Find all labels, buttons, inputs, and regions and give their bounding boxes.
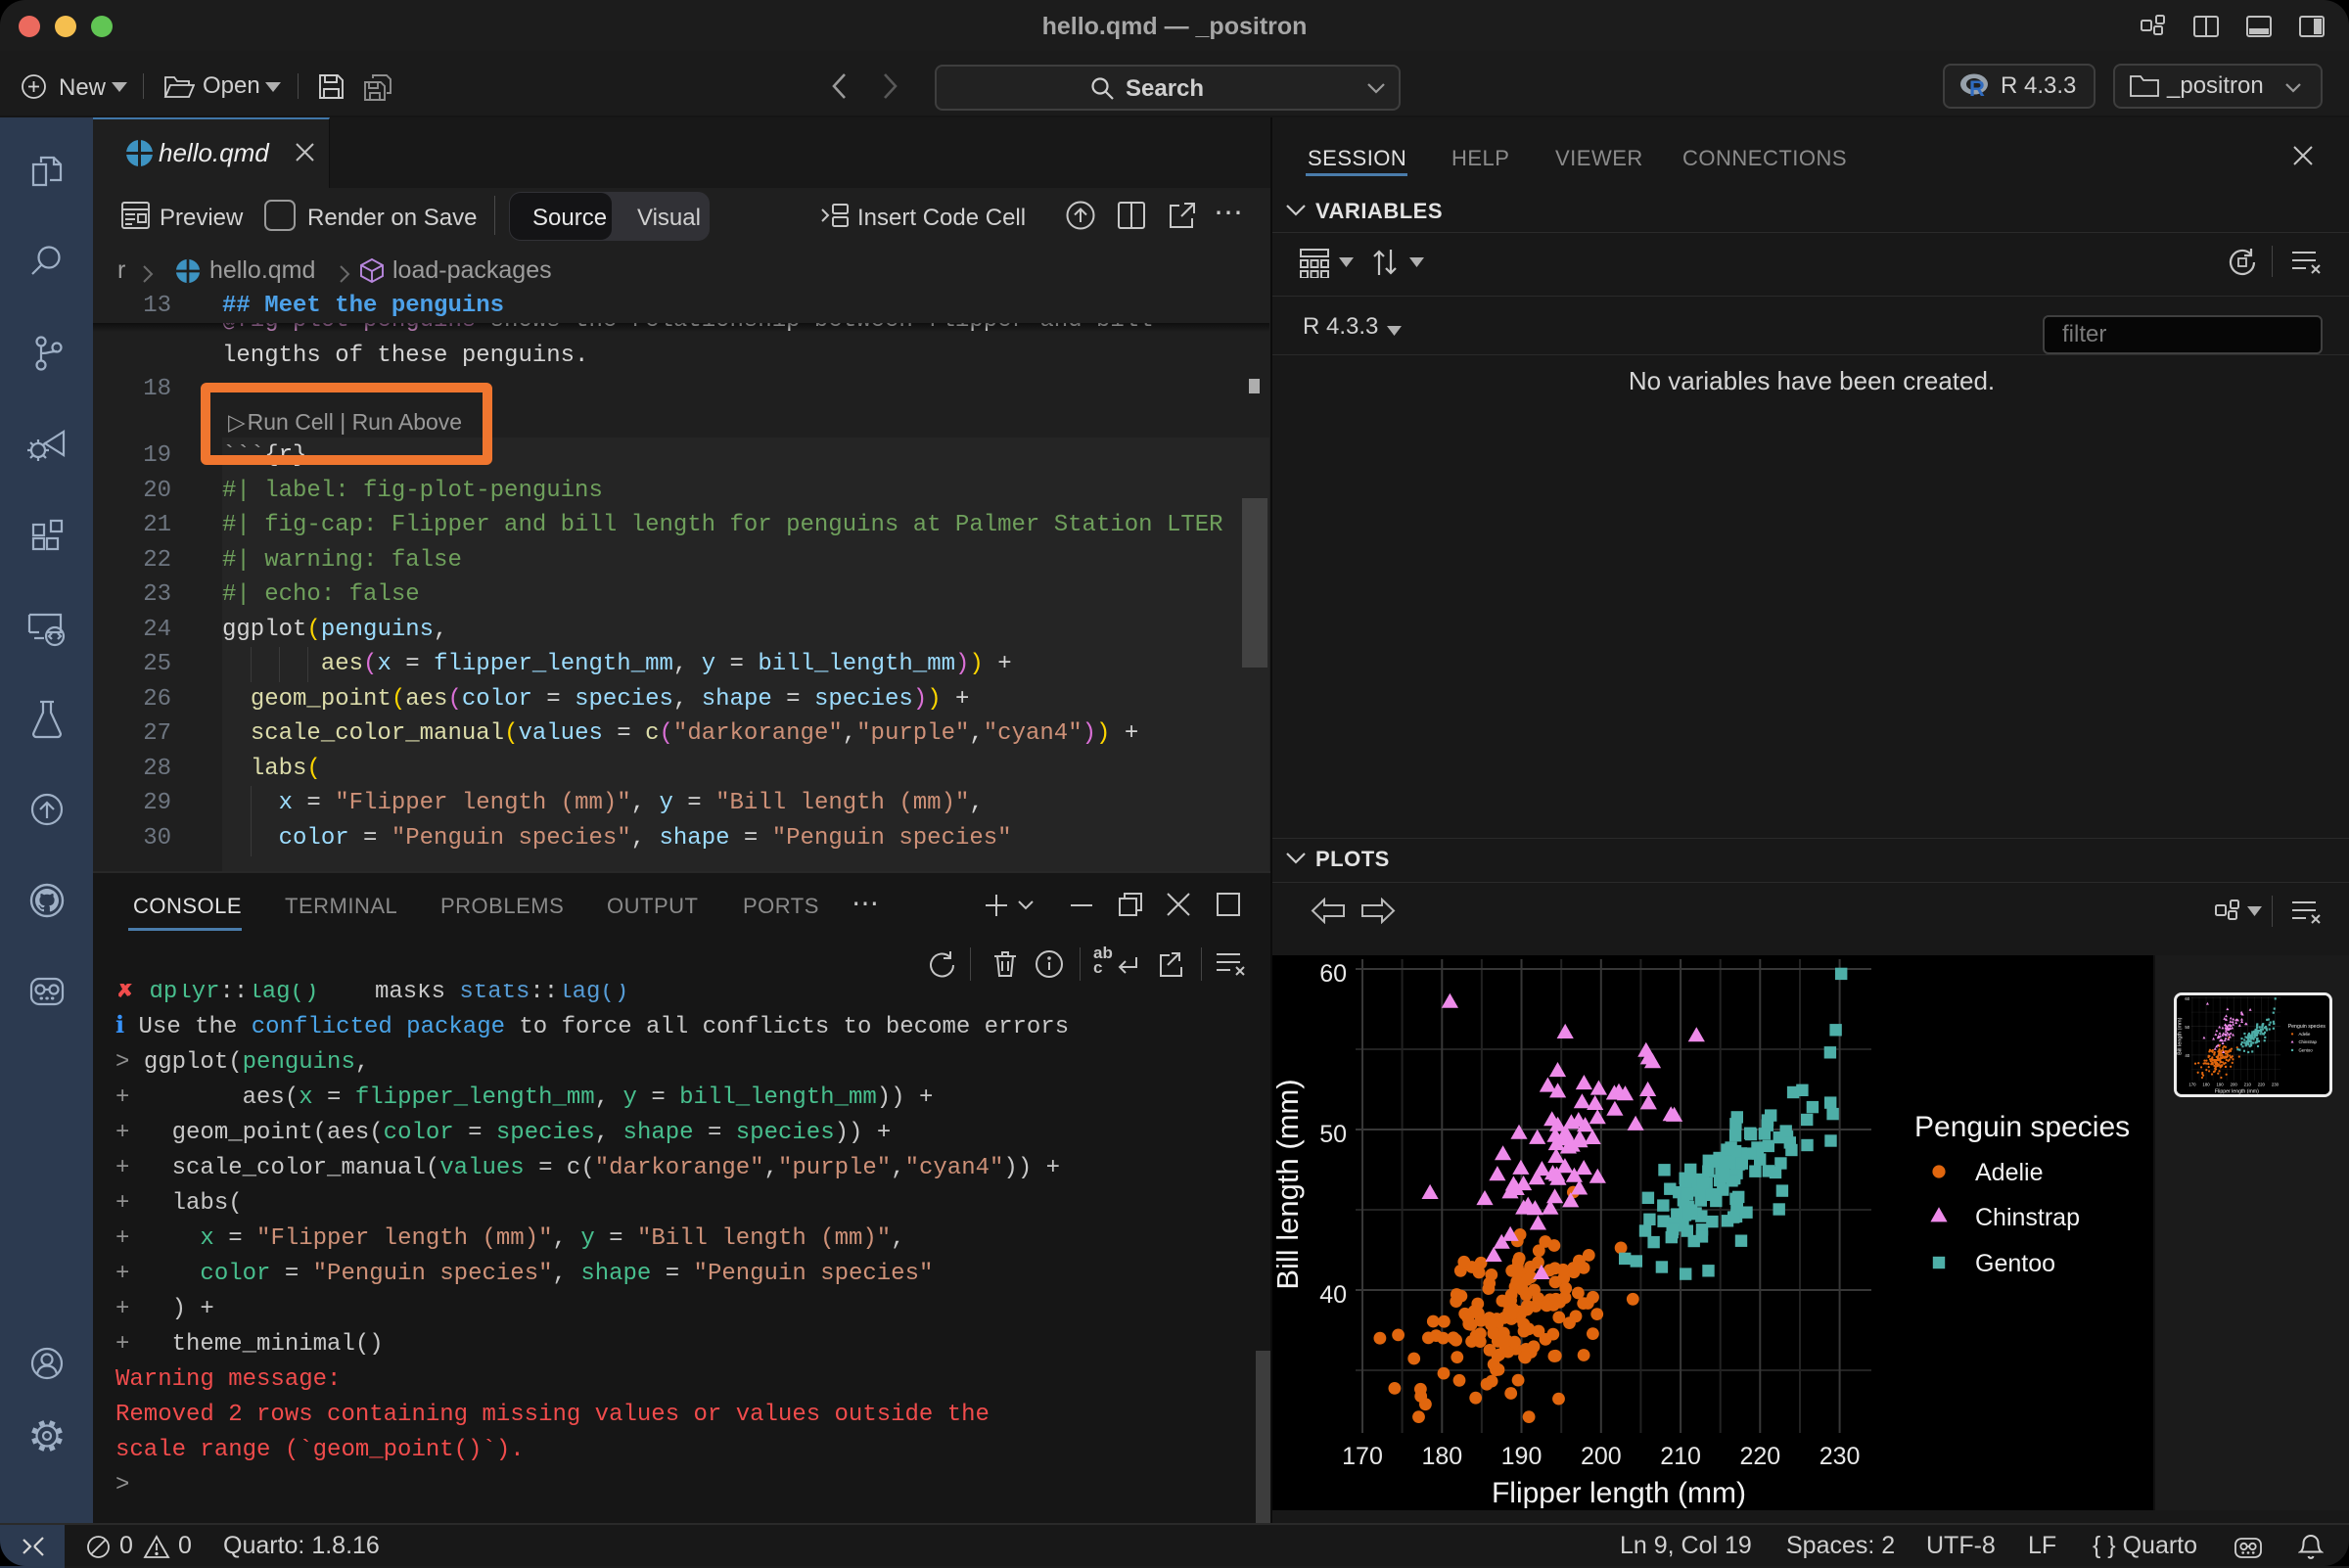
svg-text:R: R: [1969, 76, 1985, 99]
svg-text:190: 190: [1501, 1443, 1543, 1470]
svg-text:200: 200: [1581, 1443, 1622, 1470]
svg-text:220: 220: [1739, 1443, 1780, 1470]
svg-text:40: 40: [1319, 1281, 1347, 1309]
svg-text:Penguin species: Penguin species: [1914, 1111, 2130, 1143]
svg-text:180: 180: [1421, 1443, 1462, 1470]
svg-text:210: 210: [1660, 1443, 1701, 1470]
svg-text:Flipper length (mm): Flipper length (mm): [1492, 1477, 1746, 1509]
svg-text:230: 230: [1819, 1443, 1861, 1470]
svg-text:Gentoo: Gentoo: [1975, 1250, 2055, 1277]
svg-text:Adelie: Adelie: [1975, 1159, 2044, 1186]
svg-text:50: 50: [1319, 1121, 1347, 1148]
svg-text:Chinstrap: Chinstrap: [1975, 1204, 2080, 1231]
svg-text:Bill length (mm): Bill length (mm): [1272, 1079, 1305, 1289]
svg-text:170: 170: [1342, 1443, 1383, 1470]
svg-text:60: 60: [1319, 960, 1347, 988]
